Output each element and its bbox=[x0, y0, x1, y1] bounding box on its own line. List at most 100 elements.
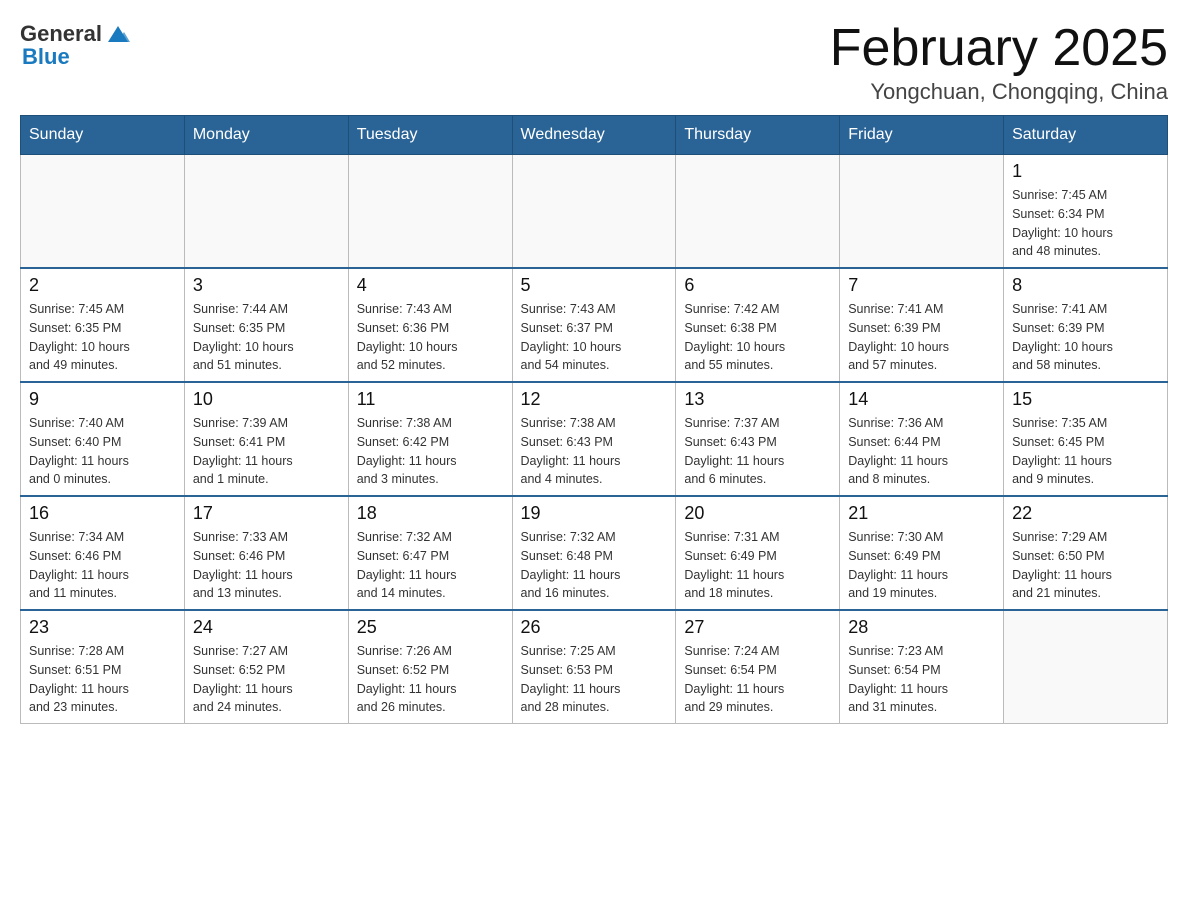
calendar-cell: 21 Sunrise: 7:30 AM Sunset: 6:49 PM Dayli… bbox=[840, 496, 1004, 610]
day-number: 14 bbox=[848, 389, 995, 410]
calendar-cell: 14 Sunrise: 7:36 AM Sunset: 6:44 PM Dayli… bbox=[840, 382, 1004, 496]
day-number: 22 bbox=[1012, 503, 1159, 524]
day-info: Sunrise: 7:31 AM Sunset: 6:49 PM Dayligh… bbox=[684, 528, 831, 603]
calendar-cell bbox=[512, 155, 676, 269]
calendar-cell bbox=[21, 155, 185, 269]
logo-blue-text: Blue bbox=[22, 44, 70, 70]
calendar-cell: 28Sunrise: 7:23 AM Sunset: 6:54 PM Dayli… bbox=[840, 610, 1004, 724]
calendar-cell: 7 Sunrise: 7:41 AM Sunset: 6:39 PM Daylig… bbox=[840, 268, 1004, 382]
logo: General Blue bbox=[20, 20, 132, 70]
day-info: Sunrise: 7:27 AM Sunset: 6:52 PM Dayligh… bbox=[193, 642, 340, 717]
day-info: Sunrise: 7:36 AM Sunset: 6:44 PM Dayligh… bbox=[848, 414, 995, 489]
day-info: Sunrise: 7:38 AM Sunset: 6:42 PM Dayligh… bbox=[357, 414, 504, 489]
calendar-cell: 16Sunrise: 7:34 AM Sunset: 6:46 PM Dayli… bbox=[21, 496, 185, 610]
weekday-header-thursday: Thursday bbox=[676, 116, 840, 155]
day-number: 21 bbox=[848, 503, 995, 524]
day-number: 9 bbox=[29, 389, 176, 410]
weekday-header-sunday: Sunday bbox=[21, 116, 185, 155]
day-info: Sunrise: 7:39 AM Sunset: 6:41 PM Dayligh… bbox=[193, 414, 340, 489]
day-info: Sunrise: 7:45 AM Sunset: 6:34 PM Dayligh… bbox=[1012, 186, 1159, 261]
day-info: Sunrise: 7:41 AM Sunset: 6:39 PM Dayligh… bbox=[1012, 300, 1159, 375]
day-number: 15 bbox=[1012, 389, 1159, 410]
calendar-cell: 6 Sunrise: 7:42 AM Sunset: 6:38 PM Daylig… bbox=[676, 268, 840, 382]
day-info: Sunrise: 7:29 AM Sunset: 6:50 PM Dayligh… bbox=[1012, 528, 1159, 603]
day-number: 13 bbox=[684, 389, 831, 410]
day-info: Sunrise: 7:42 AM Sunset: 6:38 PM Dayligh… bbox=[684, 300, 831, 375]
day-number: 27 bbox=[684, 617, 831, 638]
day-info: Sunrise: 7:32 AM Sunset: 6:48 PM Dayligh… bbox=[521, 528, 668, 603]
calendar-table: SundayMondayTuesdayWednesdayThursdayFrid… bbox=[20, 115, 1168, 724]
day-info: Sunrise: 7:26 AM Sunset: 6:52 PM Dayligh… bbox=[357, 642, 504, 717]
calendar-cell: 8 Sunrise: 7:41 AM Sunset: 6:39 PM Daylig… bbox=[1004, 268, 1168, 382]
day-number: 3 bbox=[193, 275, 340, 296]
calendar-cell: 15Sunrise: 7:35 AM Sunset: 6:45 PM Dayli… bbox=[1004, 382, 1168, 496]
day-info: Sunrise: 7:43 AM Sunset: 6:36 PM Dayligh… bbox=[357, 300, 504, 375]
day-number: 16 bbox=[29, 503, 176, 524]
day-info: Sunrise: 7:24 AM Sunset: 6:54 PM Dayligh… bbox=[684, 642, 831, 717]
calendar-cell bbox=[676, 155, 840, 269]
day-number: 7 bbox=[848, 275, 995, 296]
calendar-cell: 5Sunrise: 7:43 AM Sunset: 6:37 PM Daylig… bbox=[512, 268, 676, 382]
day-number: 12 bbox=[521, 389, 668, 410]
weekday-header-monday: Monday bbox=[184, 116, 348, 155]
calendar-week-row: 9 Sunrise: 7:40 AM Sunset: 6:40 PM Daylig… bbox=[21, 382, 1168, 496]
logo-icon bbox=[104, 20, 132, 48]
calendar-cell: 4Sunrise: 7:43 AM Sunset: 6:36 PM Daylig… bbox=[348, 268, 512, 382]
day-number: 20 bbox=[684, 503, 831, 524]
day-number: 1 bbox=[1012, 161, 1159, 182]
calendar-cell: 26 Sunrise: 7:25 AM Sunset: 6:53 PM Dayli… bbox=[512, 610, 676, 724]
calendar-cell: 12 Sunrise: 7:38 AM Sunset: 6:43 PM Dayli… bbox=[512, 382, 676, 496]
day-info: Sunrise: 7:38 AM Sunset: 6:43 PM Dayligh… bbox=[521, 414, 668, 489]
calendar-cell: 20 Sunrise: 7:31 AM Sunset: 6:49 PM Dayli… bbox=[676, 496, 840, 610]
calendar-cell: 13 Sunrise: 7:37 AM Sunset: 6:43 PM Dayli… bbox=[676, 382, 840, 496]
day-info: Sunrise: 7:30 AM Sunset: 6:49 PM Dayligh… bbox=[848, 528, 995, 603]
day-number: 5 bbox=[521, 275, 668, 296]
calendar-cell: 3 Sunrise: 7:44 AM Sunset: 6:35 PM Daylig… bbox=[184, 268, 348, 382]
calendar-cell: 1 Sunrise: 7:45 AM Sunset: 6:34 PM Daylig… bbox=[1004, 155, 1168, 269]
day-number: 24 bbox=[193, 617, 340, 638]
day-info: Sunrise: 7:33 AM Sunset: 6:46 PM Dayligh… bbox=[193, 528, 340, 603]
calendar-cell bbox=[184, 155, 348, 269]
page-header: General Blue February 2025 Yongchuan, Ch… bbox=[20, 20, 1168, 105]
weekday-header-tuesday: Tuesday bbox=[348, 116, 512, 155]
calendar-header-row: SundayMondayTuesdayWednesdayThursdayFrid… bbox=[21, 116, 1168, 155]
day-number: 23 bbox=[29, 617, 176, 638]
day-info: Sunrise: 7:25 AM Sunset: 6:53 PM Dayligh… bbox=[521, 642, 668, 717]
day-info: Sunrise: 7:41 AM Sunset: 6:39 PM Dayligh… bbox=[848, 300, 995, 375]
calendar-cell: 17 Sunrise: 7:33 AM Sunset: 6:46 PM Dayli… bbox=[184, 496, 348, 610]
day-info: Sunrise: 7:28 AM Sunset: 6:51 PM Dayligh… bbox=[29, 642, 176, 717]
day-number: 18 bbox=[357, 503, 504, 524]
day-info: Sunrise: 7:37 AM Sunset: 6:43 PM Dayligh… bbox=[684, 414, 831, 489]
day-number: 17 bbox=[193, 503, 340, 524]
calendar-cell: 27 Sunrise: 7:24 AM Sunset: 6:54 PM Dayli… bbox=[676, 610, 840, 724]
title-section: February 2025 Yongchuan, Chongqing, Chin… bbox=[830, 20, 1168, 105]
day-number: 6 bbox=[684, 275, 831, 296]
weekday-header-saturday: Saturday bbox=[1004, 116, 1168, 155]
day-info: Sunrise: 7:45 AM Sunset: 6:35 PM Dayligh… bbox=[29, 300, 176, 375]
calendar-cell: 10 Sunrise: 7:39 AM Sunset: 6:41 PM Dayli… bbox=[184, 382, 348, 496]
calendar-cell: 22 Sunrise: 7:29 AM Sunset: 6:50 PM Dayli… bbox=[1004, 496, 1168, 610]
calendar-cell bbox=[1004, 610, 1168, 724]
day-number: 28 bbox=[848, 617, 995, 638]
calendar-week-row: 23 Sunrise: 7:28 AM Sunset: 6:51 PM Dayli… bbox=[21, 610, 1168, 724]
day-info: Sunrise: 7:32 AM Sunset: 6:47 PM Dayligh… bbox=[357, 528, 504, 603]
calendar-cell bbox=[840, 155, 1004, 269]
weekday-header-wednesday: Wednesday bbox=[512, 116, 676, 155]
day-number: 11 bbox=[357, 389, 504, 410]
day-number: 19 bbox=[521, 503, 668, 524]
calendar-week-row: 2 Sunrise: 7:45 AM Sunset: 6:35 PM Daylig… bbox=[21, 268, 1168, 382]
calendar-cell: 2 Sunrise: 7:45 AM Sunset: 6:35 PM Daylig… bbox=[21, 268, 185, 382]
day-number: 26 bbox=[521, 617, 668, 638]
calendar-week-row: 16Sunrise: 7:34 AM Sunset: 6:46 PM Dayli… bbox=[21, 496, 1168, 610]
weekday-header-friday: Friday bbox=[840, 116, 1004, 155]
day-number: 10 bbox=[193, 389, 340, 410]
calendar-cell bbox=[348, 155, 512, 269]
day-info: Sunrise: 7:44 AM Sunset: 6:35 PM Dayligh… bbox=[193, 300, 340, 375]
day-number: 8 bbox=[1012, 275, 1159, 296]
calendar-cell: 18 Sunrise: 7:32 AM Sunset: 6:47 PM Dayli… bbox=[348, 496, 512, 610]
day-number: 2 bbox=[29, 275, 176, 296]
day-info: Sunrise: 7:40 AM Sunset: 6:40 PM Dayligh… bbox=[29, 414, 176, 489]
location-title: Yongchuan, Chongqing, China bbox=[830, 79, 1168, 105]
calendar-cell: 25Sunrise: 7:26 AM Sunset: 6:52 PM Dayli… bbox=[348, 610, 512, 724]
calendar-cell: 9 Sunrise: 7:40 AM Sunset: 6:40 PM Daylig… bbox=[21, 382, 185, 496]
